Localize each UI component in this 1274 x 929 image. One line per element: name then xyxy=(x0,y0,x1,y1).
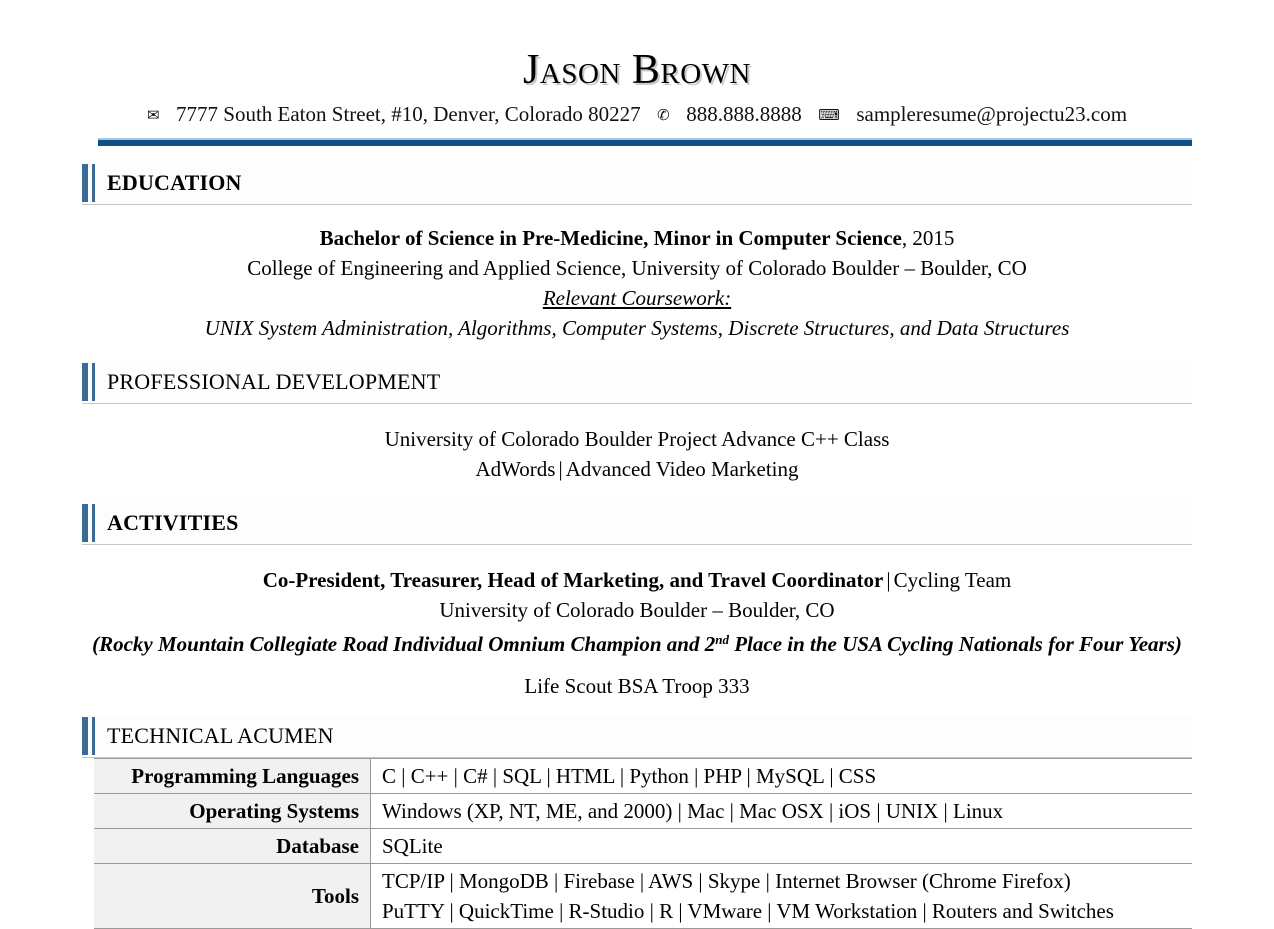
contact-address: 7777 South Eaton Street, #10, Denver, Co… xyxy=(176,102,641,126)
pd-separator: | xyxy=(558,457,563,481)
activities-scout: Life Scout BSA Troop 333 xyxy=(524,674,750,699)
technical-acumen-table-body: Programming Languages C | C++ | C# | SQL… xyxy=(94,758,1192,929)
pd-line-1: University of Colorado Boulder Project A… xyxy=(384,427,890,451)
education-body: Bachelor of Science in Pre-Medicine, Min… xyxy=(82,223,1192,343)
activities-note: (Rocky Mountain Collegiate Road Individu… xyxy=(82,625,1192,659)
skill-value: C | C++ | C# | SQL | HTML | Python | PHP… xyxy=(370,758,1192,795)
skill-category-label: Tools xyxy=(94,863,371,929)
pd-line-2: AdWords | Advanced Video Marketing xyxy=(82,454,1192,484)
coursework-label: Relevant Coursework: xyxy=(542,286,732,310)
education-year: , 2015 xyxy=(901,226,955,250)
contact-email: sampleresume@projectu23.com xyxy=(856,102,1128,126)
table-row: Operating Systems Windows (XP, NT, ME, a… xyxy=(94,793,1192,830)
section-education: EDUCATION xyxy=(82,162,1192,205)
skill-value-line: TCP/IP | MongoDB | Firebase | AWS | Skyp… xyxy=(382,869,1071,894)
section-title-technical-acumen: TECHNICAL ACUMEN xyxy=(107,723,334,749)
skill-value: Windows (XP, NT, ME, and 2000) | Mac | M… xyxy=(370,793,1192,830)
mail-icon: ✉ xyxy=(146,106,160,124)
section-technical-acumen: TECHNICAL ACUMEN xyxy=(82,715,1192,759)
section-title-education: EDUCATION xyxy=(107,170,242,195)
skill-value-line: SQLite xyxy=(382,834,443,859)
activities-note-ordinal: nd xyxy=(715,632,729,647)
section-header-professional-development: PROFESSIONAL DEVELOPMENT xyxy=(82,361,1192,404)
skill-value-line: C | C++ | C# | SQL | HTML | Python | PHP… xyxy=(382,764,877,789)
coursework-label-line: Relevant Coursework: xyxy=(82,283,1192,313)
education-degree-line: Bachelor of Science in Pre-Medicine, Min… xyxy=(82,223,1192,253)
section-header-activities: ACTIVITIES xyxy=(82,502,1192,545)
candidate-name: Jason Brown xyxy=(523,47,751,93)
activities-note-after: Place in the USA Cycling Nationals for F… xyxy=(728,632,1182,657)
activities-body: Co-President, Treasurer, Head of Marketi… xyxy=(82,565,1192,701)
section-header-technical-acumen: TECHNICAL ACUMEN xyxy=(82,715,1192,759)
pd-video-marketing: Advanced Video Marketing xyxy=(565,457,799,481)
section-title-professional-development: PROFESSIONAL DEVELOPMENT xyxy=(107,369,441,394)
phone-icon: ✆ xyxy=(657,106,670,124)
skill-category-label: Database xyxy=(94,828,371,865)
activities-role: Co-President, Treasurer, Head of Marketi… xyxy=(262,568,884,592)
skill-value-line: Windows (XP, NT, ME, and 2000) | Mac | M… xyxy=(382,799,1004,824)
resume-header: Jason Brown ✉ 7777 South Eaton Street, #… xyxy=(0,0,1274,129)
education-degree: Bachelor of Science in Pre-Medicine, Min… xyxy=(319,226,902,250)
keyboard-icon: ⌨ xyxy=(818,106,840,124)
table-row: Programming Languages C | C++ | C# | SQL… xyxy=(94,758,1192,795)
skill-value-line: PuTTY | QuickTime | R-Studio | R | VMwar… xyxy=(382,899,1114,924)
section-activities: ACTIVITIES xyxy=(82,502,1192,545)
section-header-education: EDUCATION xyxy=(82,162,1192,205)
contact-phone: 888.888.8888 xyxy=(686,102,802,126)
professional-development-body: University of Colorado Boulder Project A… xyxy=(82,424,1192,484)
contact-line: ✉ 7777 South Eaton Street, #10, Denver, … xyxy=(0,100,1274,129)
activities-role-line: Co-President, Treasurer, Head of Marketi… xyxy=(82,565,1192,595)
section-title-activities: ACTIVITIES xyxy=(107,510,239,535)
skill-category-label: Programming Languages xyxy=(94,758,371,795)
table-row: Tools TCP/IP | MongoDB | Firebase | AWS … xyxy=(94,863,1192,929)
activities-separator: | xyxy=(886,568,891,592)
technical-acumen-table: Programming Languages C | C++ | C# | SQL… xyxy=(94,758,1192,929)
header-divider xyxy=(98,138,1192,146)
skill-category-label: Operating Systems xyxy=(94,793,371,830)
section-professional-development: PROFESSIONAL DEVELOPMENT xyxy=(82,361,1192,404)
skill-value: TCP/IP | MongoDB | Firebase | AWS | Skyp… xyxy=(370,863,1192,929)
pd-adwords: AdWords xyxy=(475,457,556,481)
skill-value: SQLite xyxy=(370,828,1192,865)
resume-page: Jason Brown ✉ 7777 South Eaton Street, #… xyxy=(0,0,1274,929)
table-row: Database SQLite xyxy=(94,828,1192,865)
activities-org: Cycling Team xyxy=(893,568,1012,592)
education-school: College of Engineering and Applied Scien… xyxy=(247,256,1027,280)
activities-note-before: (Rocky Mountain Collegiate Road Individu… xyxy=(92,632,716,657)
coursework-list: UNIX System Administration, Algorithms, … xyxy=(204,316,1070,340)
activities-school: University of Colorado Boulder – Boulder… xyxy=(439,598,835,622)
